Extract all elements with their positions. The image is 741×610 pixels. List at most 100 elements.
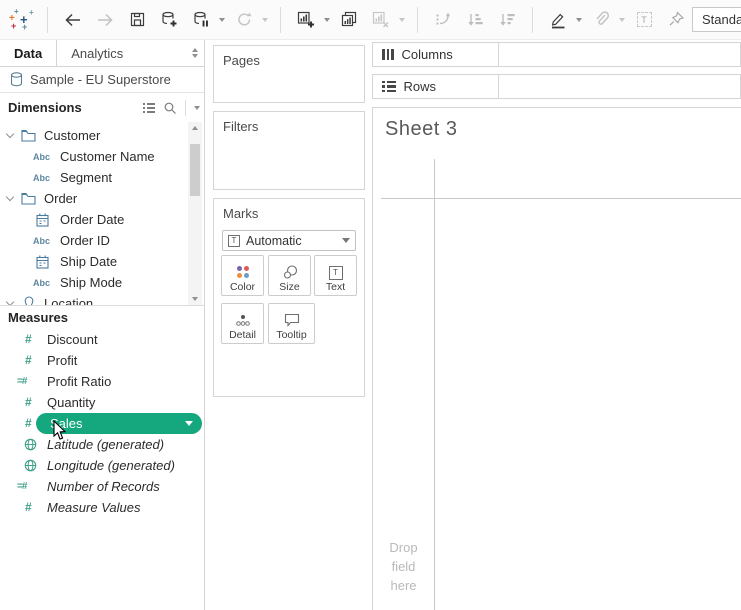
new-data-source-button[interactable]: [156, 7, 182, 33]
sort-descending-button: [494, 7, 520, 33]
scroll-down-icon[interactable]: [188, 293, 202, 305]
run-auto-updates-button: [231, 7, 257, 33]
calculated-type-icon: =#: [17, 481, 26, 492]
dimensions-menu-caret[interactable]: [194, 106, 200, 110]
number-type-icon: #: [25, 395, 32, 409]
field-row-longitude[interactable]: Longitude (generated): [0, 455, 204, 476]
field-row-sales[interactable]: # Sales: [0, 413, 204, 434]
dimensions-scrollbar[interactable]: [188, 122, 202, 305]
chevron-down-icon[interactable]: [6, 193, 14, 201]
detail-icon: [234, 313, 252, 328]
field-row-order-date[interactable]: Order Date: [0, 209, 204, 230]
text-icon: T: [329, 266, 343, 280]
pane-sort-icon[interactable]: [186, 40, 204, 66]
redo-button[interactable]: [92, 7, 118, 33]
tab-analytics[interactable]: Analytics: [57, 40, 186, 66]
tooltip-button[interactable]: Tooltip: [268, 303, 315, 344]
pages-shelf[interactable]: Pages: [213, 45, 365, 103]
detail-button[interactable]: Detail: [221, 303, 264, 344]
axis-divider-horizontal: [381, 198, 741, 199]
field-row-quantity[interactable]: # Quantity: [0, 392, 204, 413]
measures-list: # Discount # Profit =# Profit Ratio # Qu…: [0, 329, 204, 610]
globe-icon: [24, 438, 37, 451]
show-mark-labels-glyph: T: [637, 12, 652, 27]
field-row-discount[interactable]: # Discount: [0, 329, 204, 350]
string-type-icon: Abc: [33, 278, 50, 288]
number-type-icon: #: [25, 332, 32, 346]
field-row-order-id[interactable]: Abc Order ID: [0, 230, 204, 251]
string-type-icon: Abc: [33, 173, 50, 183]
duplicate-sheet-button[interactable]: [336, 7, 362, 33]
mark-type-dropdown[interactable]: T Automatic: [222, 230, 356, 251]
tab-data[interactable]: Data: [0, 40, 57, 66]
dimensions-list: Customer Abc Customer Name Abc Segment O…: [0, 122, 204, 305]
scroll-up-icon[interactable]: [188, 122, 202, 134]
highlight-caret[interactable]: [574, 18, 583, 22]
field-row-profit[interactable]: # Profit: [0, 350, 204, 371]
drop-field-hint: Drop field here: [373, 538, 434, 595]
number-type-icon: #: [25, 353, 32, 367]
size-button[interactable]: Size: [268, 255, 311, 296]
sheet-canvas[interactable]: Sheet 3 Drop field here: [372, 107, 741, 610]
number-type-icon: #: [25, 500, 32, 514]
measures-header: Measures: [0, 305, 204, 329]
size-icon: [281, 264, 299, 280]
field-row-location[interactable]: Location: [0, 293, 204, 305]
field-row-measure-values[interactable]: # Measure Values: [0, 497, 204, 518]
string-type-icon: Abc: [33, 152, 50, 162]
marks-card: Marks T Automatic Color Size T: [213, 198, 365, 397]
field-row-latitude[interactable]: Latitude (generated): [0, 434, 204, 455]
rows-label: Rows: [404, 79, 437, 94]
rows-icon: [382, 81, 396, 93]
new-worksheet-button[interactable]: [293, 7, 319, 33]
text-mark-icon: T: [228, 235, 240, 247]
color-button[interactable]: Color: [221, 255, 264, 296]
folder-icon: [21, 129, 36, 142]
save-button[interactable]: [124, 7, 150, 33]
color-icon: [237, 266, 249, 278]
field-row-customer[interactable]: Customer: [0, 125, 204, 146]
field-row-ship-date[interactable]: Ship Date: [0, 251, 204, 272]
string-type-icon: Abc: [33, 236, 50, 246]
pause-auto-updates-caret[interactable]: [217, 18, 226, 22]
globe-icon: [24, 459, 37, 472]
filters-shelf[interactable]: Filters: [213, 111, 365, 190]
datasource-item[interactable]: Sample - EU Superstore: [0, 67, 204, 93]
field-row-order[interactable]: Order: [0, 188, 204, 209]
chevron-down-icon[interactable]: [6, 298, 14, 305]
fix-axes-button: [663, 7, 689, 33]
view-list-icon[interactable]: [143, 103, 155, 113]
clear-sheet-button: [368, 7, 394, 33]
pause-auto-updates-button[interactable]: [188, 7, 214, 33]
undo-button[interactable]: [60, 7, 86, 33]
show-mark-labels-button: T: [631, 7, 657, 33]
field-row-number-of-records[interactable]: =# Number of Records: [0, 476, 204, 497]
new-worksheet-caret[interactable]: [322, 18, 331, 22]
pill-caret-icon[interactable]: [185, 421, 193, 426]
field-row-segment[interactable]: Abc Segment: [0, 167, 204, 188]
group-members-button: [588, 7, 614, 33]
field-row-profit-ratio[interactable]: =# Profit Ratio: [0, 371, 204, 392]
axis-divider-vertical: [434, 159, 435, 610]
tableau-logo-icon[interactable]: + + + + + +: [8, 7, 38, 33]
search-icon[interactable]: [163, 101, 177, 115]
dimensions-header: Dimensions: [0, 93, 204, 122]
field-row-ship-mode[interactable]: Abc Ship Mode: [0, 272, 204, 293]
number-type-icon: #: [25, 416, 32, 430]
text-button[interactable]: T Text: [314, 255, 357, 296]
field-row-customer-name[interactable]: Abc Customer Name: [0, 146, 204, 167]
columns-shelf[interactable]: Columns: [372, 42, 741, 67]
chevron-down-icon[interactable]: [6, 130, 14, 138]
columns-icon: [382, 49, 394, 60]
calculated-type-icon: =#: [17, 376, 26, 387]
datasource-name: Sample - EU Superstore: [30, 72, 171, 87]
fit-selector[interactable]: Standard: [692, 7, 741, 32]
rows-shelf[interactable]: Rows: [372, 74, 741, 99]
group-members-caret: [617, 18, 626, 22]
scrollbar-thumb[interactable]: [190, 144, 200, 196]
fit-selector-value: Standard: [702, 12, 741, 27]
swap-rows-columns-button: [430, 7, 456, 33]
mark-type-caret[interactable]: [342, 238, 350, 243]
highlight-button[interactable]: [545, 7, 571, 33]
date-type-icon: [36, 213, 49, 227]
